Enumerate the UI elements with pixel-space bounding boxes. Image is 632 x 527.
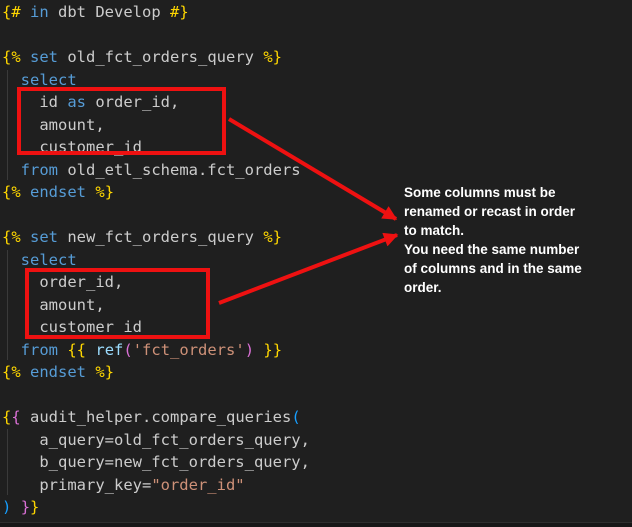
code-token: {%	[2, 183, 21, 201]
annotation-note-line: renamed or recast in order	[404, 202, 626, 221]
code-token: endset	[30, 363, 86, 381]
code-line[interactable]: primary_key="order_id"	[2, 474, 310, 497]
code-token: )	[2, 498, 11, 516]
annotation-note: Some columns must berenamed or recast in…	[404, 183, 626, 297]
code-line[interactable]: {# in dbt Develop #}	[2, 1, 310, 24]
annotation-note-line: of columns and in the same	[404, 259, 626, 278]
code-token: primary_key=	[2, 476, 151, 494]
code-token: 'fct_orders'	[133, 341, 245, 359]
code-token	[58, 341, 67, 359]
code-token: %}	[263, 48, 282, 66]
code-line[interactable]: {% endset %}	[2, 181, 310, 204]
horizontal-scrollbar-track[interactable]	[0, 522, 632, 527]
code-line[interactable]: ) }}	[2, 496, 310, 519]
annotation-note-line: You need the same number	[404, 240, 626, 259]
code-editor-text-area[interactable]: {# in dbt Develop #} {% set old_fct_orde…	[2, 1, 310, 519]
code-line[interactable]: {% set new_fct_orders_query %}	[2, 226, 310, 249]
code-token: {	[2, 408, 11, 426]
code-line[interactable]	[2, 24, 310, 47]
code-token	[86, 363, 95, 381]
code-token: {	[11, 408, 20, 426]
code-token: {%	[2, 228, 21, 246]
code-token: set	[30, 228, 58, 246]
code-token: }	[21, 498, 30, 516]
code-token: "order_id"	[151, 476, 244, 494]
code-token: }}	[263, 341, 282, 359]
code-token	[2, 341, 21, 359]
highlight-box-new-select-columns	[25, 268, 210, 339]
code-token	[86, 341, 95, 359]
code-token: {#	[2, 3, 21, 21]
code-token: {{	[67, 341, 86, 359]
code-token: old_etl_schema.fct_orders	[58, 161, 301, 179]
code-token	[21, 228, 30, 246]
code-token: {%	[2, 363, 21, 381]
code-token: in	[30, 3, 49, 21]
code-token: %}	[95, 363, 114, 381]
code-token: b_query=new_fct_orders_query,	[2, 453, 310, 471]
code-line[interactable]: from {{ ref('fct_orders') }}	[2, 339, 310, 362]
annotation-note-line: to match.	[404, 221, 626, 240]
code-line[interactable]: {% set old_fct_orders_query %}	[2, 46, 310, 69]
code-token: new_fct_orders_query	[58, 228, 263, 246]
code-token: }	[30, 498, 39, 516]
code-line[interactable]	[2, 204, 310, 227]
code-token	[254, 341, 263, 359]
code-token: dbt Develop	[49, 3, 170, 21]
code-token: #}	[170, 3, 189, 21]
code-line[interactable]: {% endset %}	[2, 361, 310, 384]
code-token: select	[21, 71, 77, 89]
code-line[interactable]: a_query=old_fct_orders_query,	[2, 429, 310, 452]
code-token: old_fct_orders_query	[58, 48, 263, 66]
code-token	[21, 48, 30, 66]
code-token: {%	[2, 48, 21, 66]
code-editor-window: {# in dbt Develop #} {% set old_fct_orde…	[0, 0, 632, 527]
code-token	[21, 363, 30, 381]
annotation-note-line: Some columns must be	[404, 183, 626, 202]
code-token: (	[123, 341, 132, 359]
code-token	[21, 183, 30, 201]
code-token: audit_helper.compare_queries	[21, 408, 292, 426]
code-token	[21, 3, 30, 21]
code-line[interactable]: {{ audit_helper.compare_queries(	[2, 406, 310, 429]
code-token: set	[30, 48, 58, 66]
code-token: a_query=old_fct_orders_query,	[2, 431, 310, 449]
code-token: ref	[95, 341, 123, 359]
highlight-box-old-select-columns	[17, 87, 226, 155]
code-token: from	[21, 341, 58, 359]
code-token: select	[21, 251, 77, 269]
code-token	[86, 183, 95, 201]
code-token	[2, 161, 21, 179]
code-token	[2, 71, 21, 89]
code-line[interactable]	[2, 384, 310, 407]
annotation-note-line: order.	[404, 278, 626, 297]
code-token: %}	[263, 228, 282, 246]
code-token	[2, 251, 21, 269]
code-token: endset	[30, 183, 86, 201]
code-token: from	[21, 161, 58, 179]
code-token: %}	[95, 183, 114, 201]
code-line[interactable]: from old_etl_schema.fct_orders	[2, 159, 310, 182]
code-token: )	[245, 341, 254, 359]
code-token	[11, 498, 20, 516]
code-line[interactable]: b_query=new_fct_orders_query,	[2, 451, 310, 474]
code-token: (	[291, 408, 300, 426]
